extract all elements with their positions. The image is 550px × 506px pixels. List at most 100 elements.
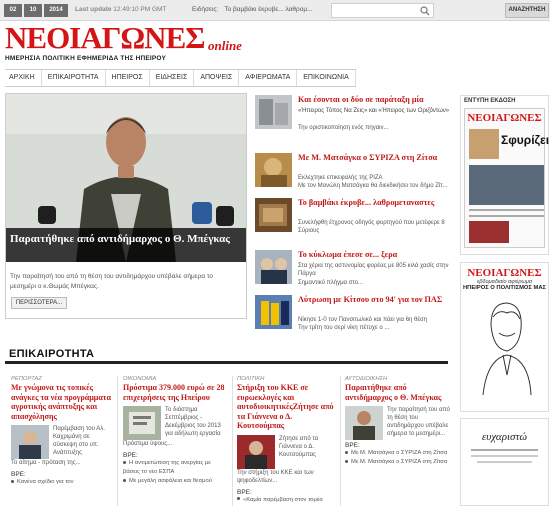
cover-photo: [469, 221, 509, 243]
advert-box[interactable]: ευχαριστώ: [460, 418, 549, 506]
column-text: Το αίτημα - πρόταση της...: [11, 460, 81, 466]
nav-item-current-affairs[interactable]: ΕΠΙΚΑΙΡΟΤΗΤΑ: [42, 70, 106, 86]
advert-line: [471, 455, 538, 457]
bullet-text[interactable]: Με μεγάλη ασφάλεια και θεσμού: [129, 478, 212, 484]
weekly-title: ΗΠΕΙΡΟΣ Ο ΠΟΛΙΤΙΣΜΟΣ ΜΑΣ: [462, 285, 546, 291]
side-news-item[interactable]: Με Μ. Ματσάγκα ο ΣΥΡΙΖΑ στη Ζίτσα Εκλεχτ…: [255, 153, 450, 203]
side-news-title[interactable]: Και έσονται οι δύο σε παράταξη μία: [298, 95, 448, 105]
side-news-thumb: [255, 95, 292, 129]
bullet-icon: [11, 479, 14, 483]
column-divider: [232, 376, 233, 506]
search-icon[interactable]: [420, 6, 430, 16]
side-news-title[interactable]: Με Μ. Ματσάγκα ο ΣΥΡΙΖΑ στη Ζίτσα: [298, 153, 448, 163]
bullet-icon: [123, 460, 126, 464]
column-title[interactable]: Παραιτήθηκε από αντιδήμαρχος ο Θ. Μπέγκα…: [345, 383, 450, 402]
date-month: 10: [24, 4, 42, 17]
column-bullet[interactable]: Κανένα σχέδιο για τον: [11, 478, 113, 487]
side-news-summary: Την οριστικοποίηση ενός πηγαιν...: [298, 125, 389, 131]
column-bullet[interactable]: Με μεγάλη ασφάλεια και θεσμού: [123, 477, 227, 486]
sketch-portrait: [482, 302, 532, 396]
nav-item-home[interactable]: ΑΡΧΙΚΗ: [5, 70, 42, 86]
cover-photo: [469, 129, 499, 159]
section-title[interactable]: ΕΠΙΚΑΙΡΟΤΗΤΑ: [9, 348, 94, 360]
side-news-item[interactable]: Το κύκλωμα έπεσε σε... ξερα Στα χέρια τη…: [255, 250, 450, 300]
advert-line: [477, 461, 532, 463]
logo-tagline: ΗΜΕΡΗΣΙΑ ΠΟΛΙΤΙΚΗ ΕΦΗΜΕΡΙΔΑ ΤΗΣ ΗΠΕΙΡΟΥ: [5, 55, 167, 62]
date-year: 2014: [44, 4, 68, 17]
side-news-title[interactable]: Το κύκλωμα έπεσε σε... ξερα: [298, 250, 448, 260]
cover-masthead: ΝΕΟΙΑΓΩΝΕΣ: [467, 112, 542, 124]
top-bar: 02 10 2014 Last update 12:49:10 PM GMT Ε…: [0, 0, 550, 21]
bullet-text[interactable]: Με Μ. Ματσάγκα ο ΣΥΡΙΖΑ στη Ζίτσα: [351, 450, 447, 456]
column-category[interactable]: ΑΥΤΟΔΙΟΙΚΗΣΗ: [345, 376, 450, 382]
print-edition-label: ΕΝΤΥΠΗ ΕΚΔΟΣΗ: [464, 98, 516, 104]
search-button[interactable]: ΑΝΑΖΗΤΗΣΗ: [505, 3, 549, 18]
column-more-label: ΒΡΕ:: [237, 488, 252, 496]
column-title[interactable]: Στήριξη του ΚΚΕ σε ευρωεκλογές και αυτοδ…: [237, 383, 336, 431]
side-news-title[interactable]: Λύτρωση με Κίτσου στο 94' για τον ΠΑΣ: [298, 295, 448, 305]
column-category[interactable]: ΡΕΠΟΡΤΑΖ: [11, 376, 113, 382]
side-news-thumb: [255, 295, 292, 329]
bullet-text[interactable]: Κανένα σχέδιο για τον: [17, 479, 74, 485]
nav-item-opinions[interactable]: ΑΠΟΨΕΙΣ: [194, 70, 240, 86]
weekly-feature-box[interactable]: ΝΕΟΙΑΓΩΝΕΣ εβδομαδιαίο αφιέρωμα ΗΠΕΙΡΟΣ …: [460, 262, 549, 412]
column-more-label: ΒΡΕ:: [123, 452, 138, 459]
bullet-icon: [345, 450, 348, 454]
column-category[interactable]: ΠΟΛΙΤΙΚΗ: [237, 376, 336, 382]
bullet-text[interactable]: Με Μ. Ματσάγκα ο ΣΥΡΙΖΑ στη Ζίτσα: [351, 459, 447, 465]
site-logo[interactable]: ΝΕΟΙΑΓΩΝΕΣ online ΗΜΕΡΗΣΙΑ ΠΟΛΙΤΙΚΗ ΕΦΗΜ…: [5, 22, 265, 66]
last-update: Last update 12:49:10 PM GMT: [75, 6, 166, 13]
column-more-label: ΒΡΕ:: [345, 442, 360, 449]
column-photo[interactable]: [123, 406, 161, 440]
lead-title[interactable]: Παραιτήθηκε από αντιδήμαρχος ο Θ. Μπέγκα…: [10, 233, 238, 246]
last-update-label: Last update: [75, 6, 112, 13]
column-more-label: ΒΡΕ:: [11, 471, 26, 478]
column-bullet[interactable]: Με Μ. Ματσάγκα ο ΣΥΡΙΖΑ στη Ζίτσα: [345, 449, 450, 458]
column-photo[interactable]: [345, 406, 383, 440]
read-more-button[interactable]: ΠΕΡΙΣΣΟΤΕΡΑ...: [11, 297, 67, 309]
column-photo[interactable]: [11, 425, 49, 459]
cover-headline: Σφυρίζει: [501, 133, 550, 147]
column-title[interactable]: Πρόστιμα 379.000 ευρώ σε 28 επιχειρήσεις…: [123, 383, 227, 402]
side-news-item[interactable]: Το βαμβάκι έκρυβε... λαθρομεταναστες Συν…: [255, 198, 450, 248]
cover-line: [469, 209, 544, 211]
side-news-summary: Σημαντικό πλήγμα στο...: [298, 280, 364, 286]
side-news-summary: Εκλεχτηκε επικεφαλής της ΡΙΖΑ: [298, 175, 383, 181]
print-edition-box[interactable]: ΕΝΤΥΠΗ ΕΚΔΟΣΗ ΝΕΟΙΑΓΩΝΕΣ Σφυρίζει: [460, 95, 549, 255]
side-news-item[interactable]: Λύτρωση με Κίτσου στο 94' για τον ΠΑΣ Νί…: [255, 295, 450, 345]
side-news-summary: Με τον Μανώλη Ματσάγκα θα διεκδικήσει το…: [298, 183, 448, 189]
search-input[interactable]: [331, 3, 434, 18]
bullet-text[interactable]: «Καμία παρέμβαση στον τομέα: [243, 497, 323, 503]
column-title[interactable]: Με γνώμονα τις τοπικές ανάγκες τα νέα πρ…: [11, 383, 113, 421]
column-bullet[interactable]: «Καμία παρέμβαση στον τομέα: [237, 496, 336, 505]
column-photo[interactable]: [237, 434, 275, 469]
column-category[interactable]: ΟΙΚΟΝΟΜΙΑ: [123, 376, 227, 382]
column-text: Πρόστιμα ύψους...: [123, 441, 173, 447]
bullet-icon: [123, 478, 126, 482]
column-bullet[interactable]: Με Μ. Ματσάγκα ο ΣΥΡΙΖΑ στη Ζίτσα: [345, 458, 450, 467]
bullet-icon: [237, 497, 240, 501]
news-column: ΟΙΚΟΝΟΜΙΑ Πρόστιμα 379.000 ευρώ σε 28 επ…: [123, 376, 227, 486]
side-news-title[interactable]: Το βαμβάκι έκρυβε... λαθρομεταναστες: [298, 198, 448, 208]
nav-item-news[interactable]: ΕΙΔΗΣΕΙΣ: [150, 70, 195, 86]
logo-online: online: [208, 38, 242, 53]
news-column: ΡΕΠΟΡΤΑΖ Με γνώμονα τις τοπικές ανάγκες …: [11, 376, 113, 487]
ticker-label: Ειδήσεις:: [192, 6, 219, 13]
column-divider: [117, 376, 118, 506]
date-day: 02: [4, 4, 22, 17]
nav-item-contact[interactable]: ΕΠΙΚΟΙΝΩΝΙΑ: [297, 70, 356, 86]
column-bullet[interactable]: Η αντιμετώπιση της ανεργίας με βάσεις το…: [123, 459, 227, 477]
news-ticker[interactable]: Ειδήσεις: Το βαμβάκι έκρυβε... λαθρομ...: [192, 6, 313, 13]
nav-item-features[interactable]: ΑΦΙΕΡΩΜΑΤΑ: [239, 70, 298, 86]
bullet-text[interactable]: Η αντιμετώπιση της ανεργίας με βάσεις το…: [123, 460, 211, 475]
advert-line: [471, 449, 538, 451]
ticker-text[interactable]: Το βαμβάκι έκρυβε... λαθρομ...: [224, 6, 312, 13]
side-news-thumb: [255, 153, 292, 187]
nav-item-epirus[interactable]: ΗΠΕΙΡΟΣ: [106, 70, 150, 86]
print-edition-cover[interactable]: ΝΕΟΙΑΓΩΝΕΣ Σφυρίζει: [464, 108, 549, 248]
side-news-item[interactable]: Και έσονται οι δύο σε παράταξη μία «Ήπει…: [255, 95, 450, 145]
cover-line: [469, 215, 544, 217]
side-news-subtitle: «Ήπειρος Τόπος Να Ζεις» και «Ήπειρος των…: [298, 108, 450, 114]
cover-photo: [469, 165, 544, 205]
news-column: ΠΟΛΙΤΙΚΗ Στήριξη του ΚΚΕ σε ευρωεκλογές …: [237, 376, 336, 505]
